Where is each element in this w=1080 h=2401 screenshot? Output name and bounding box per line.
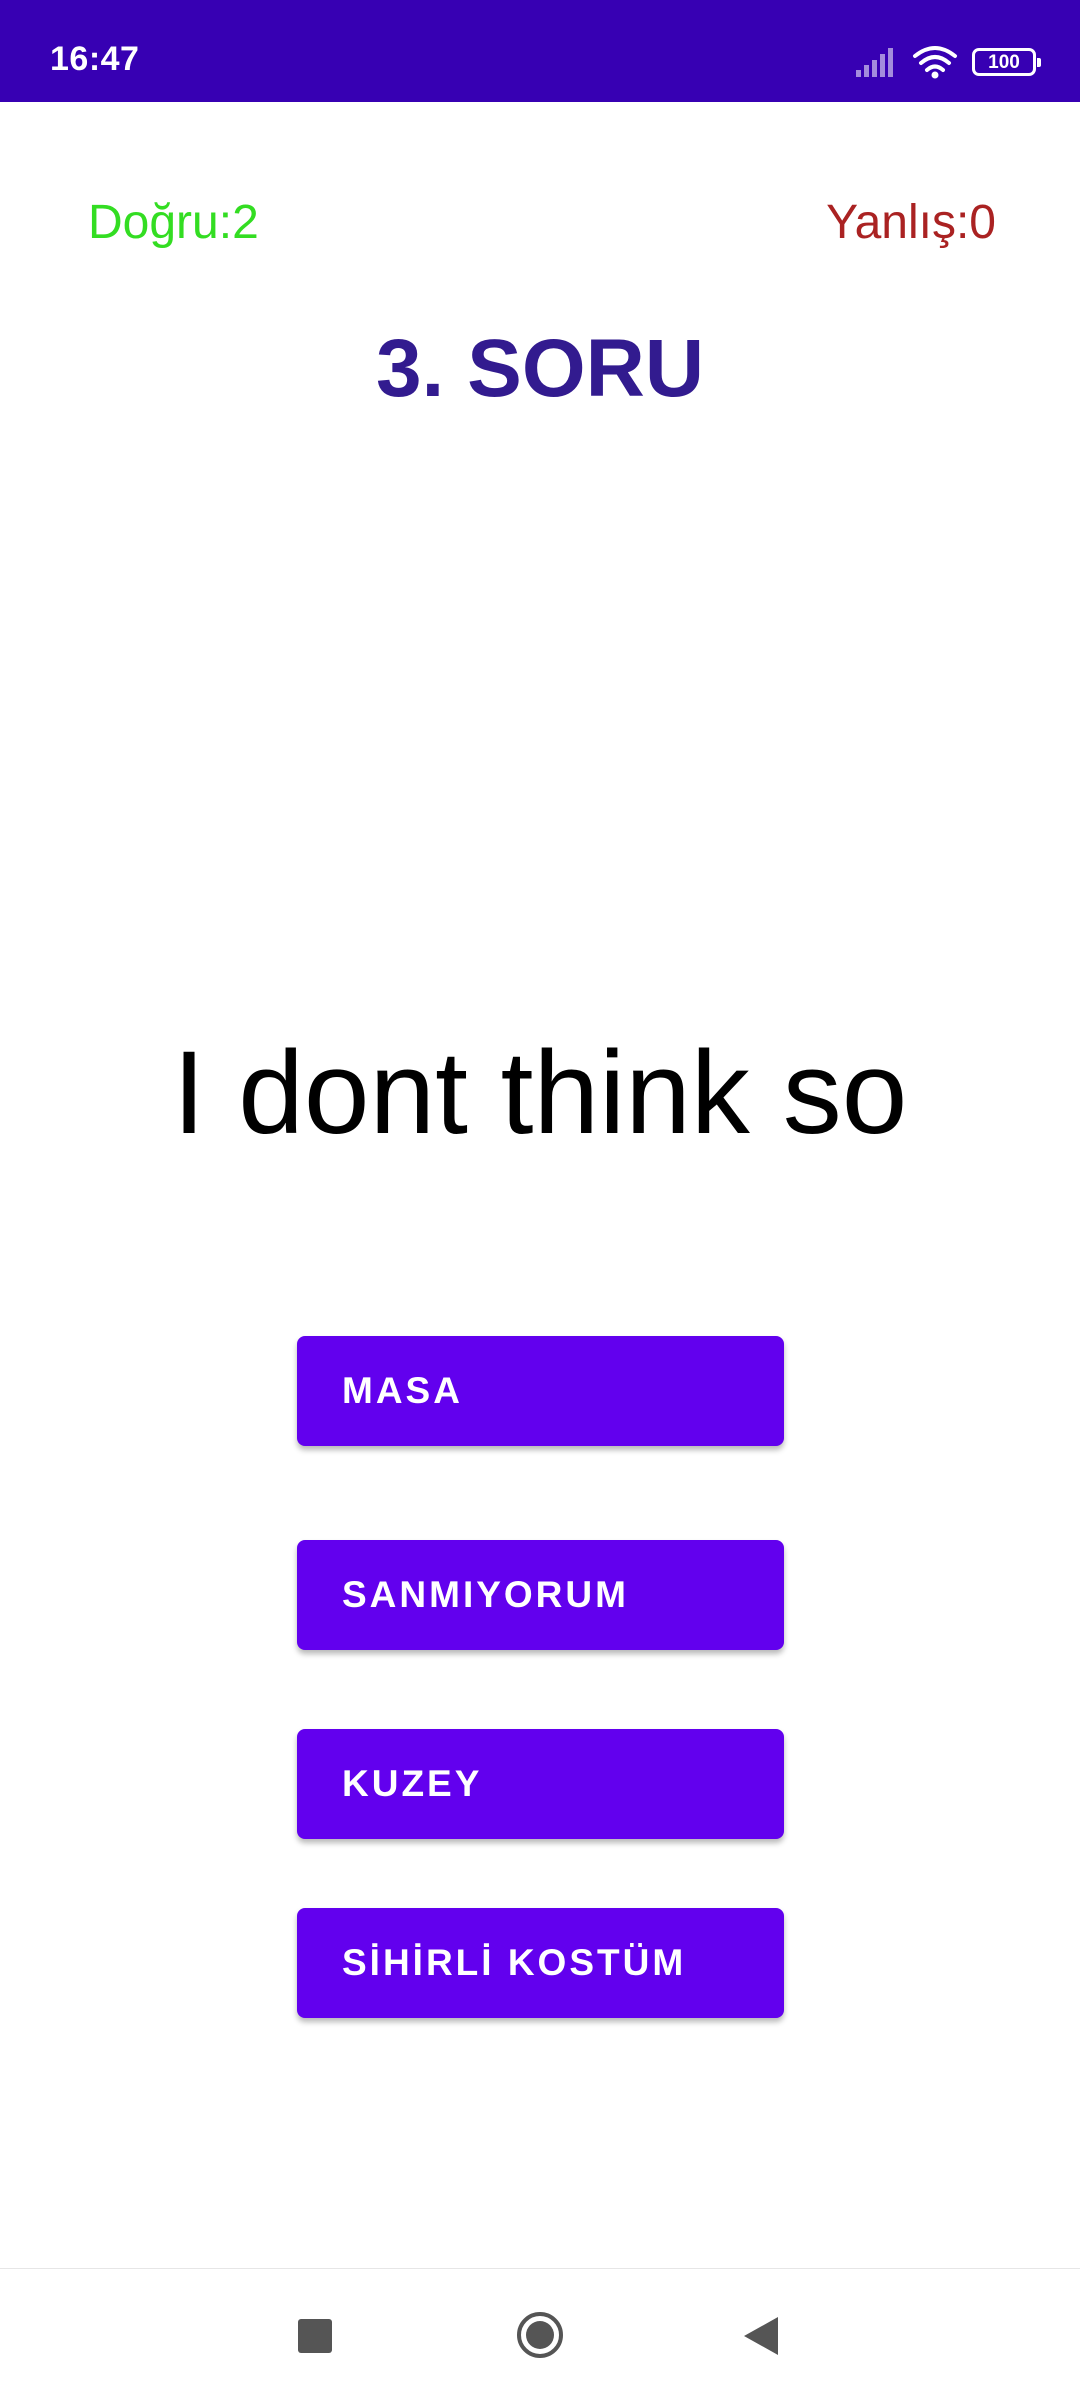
- battery-level: 100: [988, 51, 1020, 73]
- wifi-icon: [913, 46, 957, 79]
- back-icon[interactable]: [742, 2315, 780, 2357]
- signal-icon: [856, 48, 893, 77]
- question-title: 3. SORU: [375, 323, 705, 414]
- status-icons: 100: [854, 44, 1041, 80]
- answer-button-masa[interactable]: MASA: [297, 1336, 784, 1446]
- navigation-bar: [0, 2268, 1080, 2401]
- answer-button-sanmiyorum[interactable]: SANMIYORUM: [297, 1540, 784, 1650]
- answer-button-sihirli-kostum[interactable]: SİHİRLİ KOSTÜM: [297, 1908, 784, 2018]
- status-time: 16:47: [50, 40, 140, 78]
- wrong-count: Yanlış:0: [826, 196, 996, 249]
- status-bar: 16:47 100: [0, 0, 1080, 102]
- answer-button-kuzey[interactable]: KUZEY: [297, 1729, 784, 1839]
- correct-count: Doğru:2: [88, 196, 259, 249]
- question-text: I dont think so: [172, 1027, 908, 1159]
- home-icon[interactable]: [516, 2311, 564, 2359]
- recents-icon[interactable]: [298, 2319, 332, 2353]
- battery-icon: 100: [972, 48, 1041, 76]
